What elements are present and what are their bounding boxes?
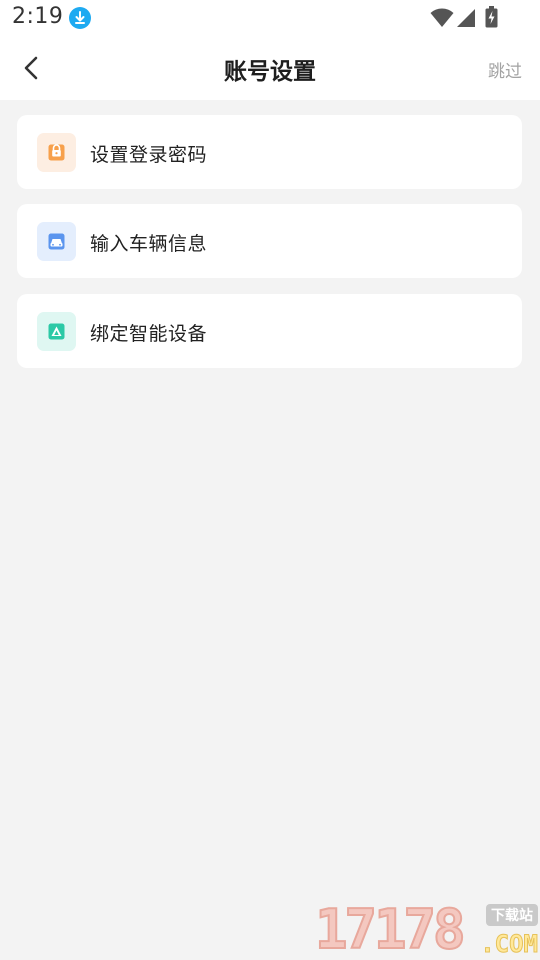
watermark-domain: .COM xyxy=(480,930,539,959)
status-time: 2:19 xyxy=(12,4,64,29)
lock-icon xyxy=(37,133,76,172)
battery-charging-icon xyxy=(485,6,498,32)
menu-item-set-password[interactable]: 设置登录密码 xyxy=(17,115,522,189)
wifi-icon xyxy=(430,8,454,32)
watermark-tag: 下载站 xyxy=(486,904,538,926)
signal-icon xyxy=(456,8,476,32)
menu-item-label: 绑定智能设备 xyxy=(90,323,208,345)
menu-item-bind-device[interactable]: 绑定智能设备 xyxy=(17,294,522,368)
nav-bar: 账号设置 跳过 xyxy=(0,36,540,100)
download-icon xyxy=(69,7,91,29)
top-bar: 2:19 账号设置 跳过 xyxy=(0,0,540,100)
menu-item-label: 设置登录密码 xyxy=(90,144,208,166)
menu-item-vehicle-info[interactable]: 输入车辆信息 xyxy=(17,204,522,278)
car-icon xyxy=(37,222,76,261)
skip-button[interactable]: 跳过 xyxy=(488,57,522,82)
menu-item-label: 输入车辆信息 xyxy=(90,233,208,255)
device-icon xyxy=(37,312,76,351)
page-title: 账号设置 xyxy=(224,59,316,85)
watermark-logo: 17178 下载站 .COM xyxy=(314,898,540,960)
status-bar: 2:19 xyxy=(0,0,540,36)
watermark-digits: 17178 xyxy=(314,898,467,960)
